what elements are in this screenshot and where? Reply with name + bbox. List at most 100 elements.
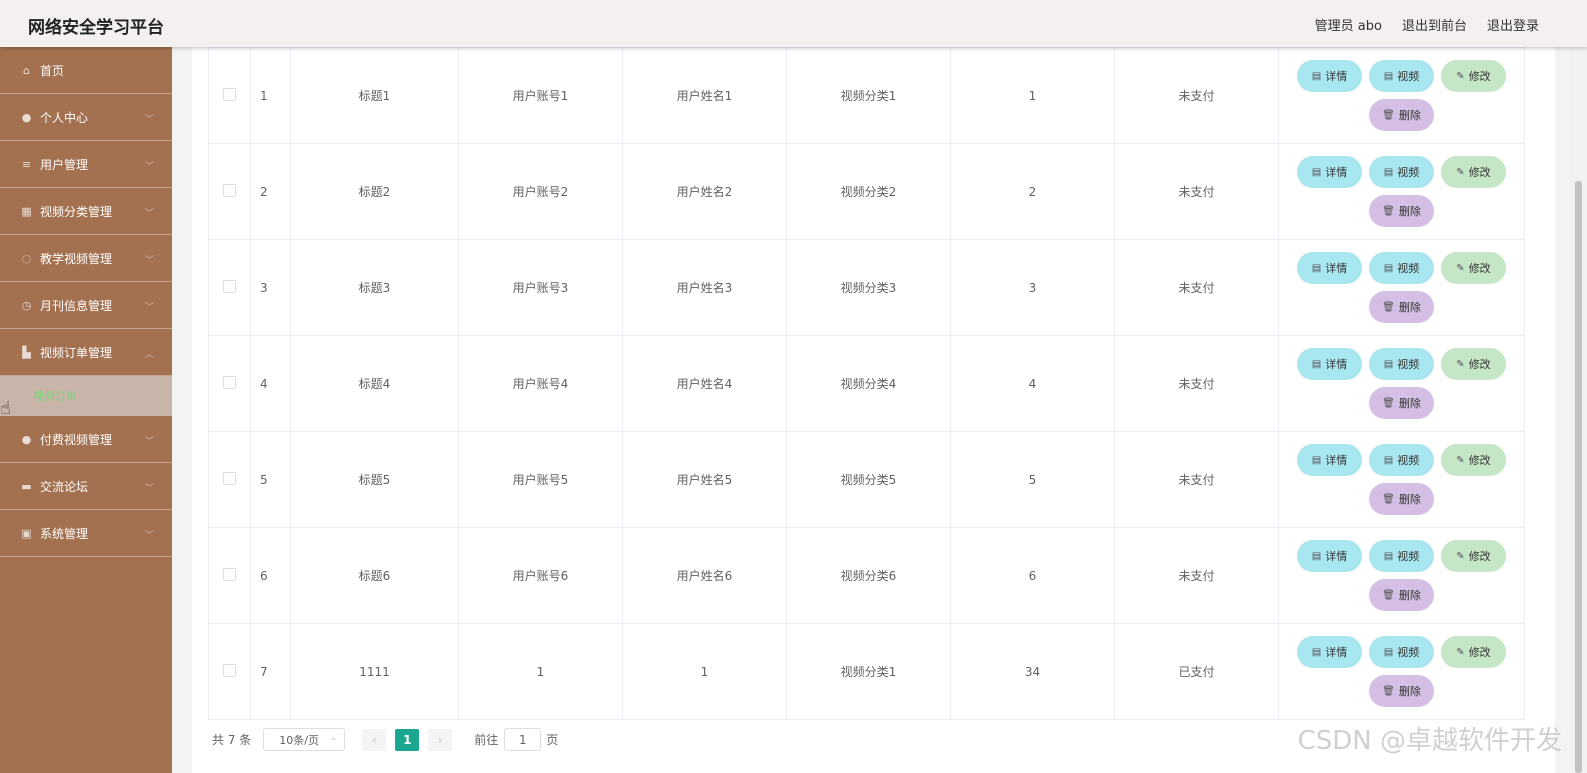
to-front-link[interactable]: 退出到前台 xyxy=(1402,15,1467,34)
detail-button[interactable]: ▤ 详情 xyxy=(1297,444,1362,476)
document-icon: ▤ xyxy=(1311,166,1322,178)
video-button[interactable]: ▤ 视频 xyxy=(1369,252,1434,284)
row-checkbox[interactable] xyxy=(223,375,236,389)
edit-button[interactable]: ✎ 修改 xyxy=(1441,540,1506,572)
delete-button[interactable]: 🗑 删除 xyxy=(1369,291,1434,323)
row-checkbox[interactable] xyxy=(223,663,236,677)
video-button[interactable]: ▤ 视频 xyxy=(1369,60,1434,92)
delete-button[interactable]: 🗑 删除 xyxy=(1369,483,1434,515)
sidebar-item[interactable]: ▣ 系统管理 ﹀ xyxy=(0,510,172,557)
next-page-button[interactable]: › xyxy=(428,728,453,751)
edit-button[interactable]: ✎ 修改 xyxy=(1441,444,1506,476)
edit-button[interactable]: ✎ 修改 xyxy=(1441,156,1506,188)
sliders-icon: ≡ xyxy=(21,157,32,171)
cell-status: 未支付 xyxy=(1114,143,1279,240)
row-checkbox[interactable] xyxy=(223,471,236,485)
table-row: 7 1111 1 1 视频分类1 34 已支付 ▤ 详情 ▤ 视频 ✎ 修改 🗑 删除 xyxy=(208,623,1525,720)
edit-button-label: 修改 xyxy=(1468,262,1491,275)
detail-button[interactable]: ▤ 详情 xyxy=(1297,636,1362,668)
logout-link[interactable]: 退出登录 xyxy=(1487,15,1539,34)
video-button[interactable]: ▤ 视频 xyxy=(1369,540,1434,572)
video-button-label: 视频 xyxy=(1397,166,1420,179)
delete-button[interactable]: 🗑 删除 xyxy=(1369,579,1434,611)
cell-actions: ▤ 详情 ▤ 视频 ✎ 修改 🗑 删除 xyxy=(1278,143,1525,240)
pencil-icon: ✎ xyxy=(1456,454,1465,466)
sidebar-item-label: 首页 xyxy=(40,63,65,78)
pencil-icon: ✎ xyxy=(1456,70,1465,82)
sidebar-item[interactable]: ● 个人中心 ﹀ xyxy=(0,94,172,141)
vertical-scrollbar[interactable] xyxy=(1570,47,1587,773)
cell-actions: ▤ 详情 ▤ 视频 ✎ 修改 🗑 删除 xyxy=(1278,527,1525,624)
row-actions: ▤ 详情 ▤ 视频 ✎ 修改 🗑 删除 xyxy=(1292,636,1512,707)
top-header: 网络安全学习平台 管理员 abo 退出到前台 退出登录 xyxy=(0,0,1587,47)
cell-status: 未支付 xyxy=(1114,239,1279,336)
detail-button[interactable]: ▤ 详情 xyxy=(1297,540,1362,572)
cell-category: 视频分类1 xyxy=(786,623,951,720)
row-actions: ▤ 详情 ▤ 视频 ✎ 修改 🗑 删除 xyxy=(1292,444,1512,515)
edit-button-label: 修改 xyxy=(1468,358,1491,371)
goto-page-input[interactable]: 1 xyxy=(504,728,542,751)
chevron-up-icon: ︿ xyxy=(144,350,154,360)
edit-button[interactable]: ✎ 修改 xyxy=(1441,252,1506,284)
sidebar-item[interactable]: ◷ 月刊信息管理 ﹀ xyxy=(0,282,172,329)
cell-account: 用户账号4 xyxy=(458,335,623,432)
page-size-select[interactable]: 10条/页 ⌄ xyxy=(263,728,346,751)
table-row: 5 标题5 用户账号5 用户姓名5 视频分类5 5 未支付 ▤ 详情 ▤ 视频 ✎ 修改 🗑 删除 xyxy=(208,431,1525,528)
delete-button[interactable]: 🗑 删除 xyxy=(1369,195,1434,227)
chevron-down-icon: ﹀ xyxy=(144,162,154,172)
admin-name: 管理员 abo xyxy=(1314,19,1382,34)
cell-account: 用户账号6 xyxy=(458,527,623,624)
video-button[interactable]: ▤ 视频 xyxy=(1369,156,1434,188)
delete-button[interactable]: 🗑 删除 xyxy=(1369,675,1434,707)
sidebar-item[interactable]: ◌ 教学视频管理 ﹀ xyxy=(0,235,172,282)
row-checkbox[interactable] xyxy=(223,87,236,101)
main-content: 1 标题1 用户账号1 用户姓名1 视频分类1 1 未支付 ▤ 详情 ▤ 视频 ✎ 修改 🗑 删除 2 标题2 用… xyxy=(172,47,1587,773)
sidebar-item[interactable]: ⌂ 首页 xyxy=(0,47,172,94)
cell-checkbox xyxy=(208,47,251,144)
detail-button-label: 详情 xyxy=(1325,454,1348,467)
detail-button[interactable]: ▤ 详情 xyxy=(1297,60,1362,92)
sidebar-subitem-video-orders[interactable]: 视频订单 xyxy=(0,376,172,416)
location-icon: ● xyxy=(21,432,32,446)
prev-page-button[interactable]: ‹ xyxy=(362,728,387,751)
goto-label: 前往 xyxy=(474,733,499,747)
cell-account: 用户账号2 xyxy=(458,143,623,240)
cell-status: 未支付 xyxy=(1114,335,1279,432)
edit-button-label: 修改 xyxy=(1468,70,1491,83)
edit-button[interactable]: ✎ 修改 xyxy=(1441,60,1506,92)
page-size-value: 10条/页 xyxy=(279,733,319,747)
cell-actions: ▤ 详情 ▤ 视频 ✎ 修改 🗑 删除 xyxy=(1278,431,1525,528)
cell-category: 视频分类2 xyxy=(786,143,951,240)
cell-status: 未支付 xyxy=(1114,527,1279,624)
video-button[interactable]: ▤ 视频 xyxy=(1369,636,1434,668)
scrollbar-thumb[interactable] xyxy=(1575,181,1582,773)
chevron-down-icon: ﹀ xyxy=(144,484,154,494)
cell-status: 未支付 xyxy=(1114,431,1279,528)
edit-button[interactable]: ✎ 修改 xyxy=(1441,636,1506,668)
detail-button[interactable]: ▤ 详情 xyxy=(1297,156,1362,188)
table-row: 4 标题4 用户账号4 用户姓名4 视频分类4 4 未支付 ▤ 详情 ▤ 视频 ✎ 修改 🗑 删除 xyxy=(208,335,1525,432)
delete-button[interactable]: 🗑 删除 xyxy=(1369,387,1434,419)
delete-button[interactable]: 🗑 删除 xyxy=(1369,99,1434,131)
row-checkbox[interactable] xyxy=(223,183,236,197)
cell-actions: ▤ 详情 ▤ 视频 ✎ 修改 🗑 删除 xyxy=(1278,335,1525,432)
detail-button[interactable]: ▤ 详情 xyxy=(1297,252,1362,284)
sidebar-item[interactable]: ▦ 视频分类管理 ﹀ xyxy=(0,188,172,235)
row-checkbox[interactable] xyxy=(223,567,236,581)
video-button[interactable]: ▤ 视频 xyxy=(1369,444,1434,476)
edit-button[interactable]: ✎ 修改 xyxy=(1441,348,1506,380)
chevron-right-icon: › xyxy=(437,732,443,747)
sidebar-item[interactable]: ● 付费视频管理 ﹀ xyxy=(0,416,172,463)
sidebar-item[interactable]: ▬ 交流论坛 ﹀ xyxy=(0,463,172,510)
video-button-label: 视频 xyxy=(1397,262,1420,275)
row-checkbox[interactable] xyxy=(223,279,236,293)
page-number-current[interactable]: 1 xyxy=(395,728,420,751)
edit-button-label: 修改 xyxy=(1468,166,1491,179)
detail-button[interactable]: ▤ 详情 xyxy=(1297,348,1362,380)
sidebar-item[interactable]: ▙ 视频订单管理 ︿ xyxy=(0,329,172,376)
sidebar-item[interactable]: ≡ 用户管理 ﹀ xyxy=(0,141,172,188)
sidebar-item-label: 付费视频管理 xyxy=(40,432,113,447)
video-button[interactable]: ▤ 视频 xyxy=(1369,348,1434,380)
chevron-down-icon: ﹀ xyxy=(144,531,154,541)
cell-amount: 34 xyxy=(950,623,1115,720)
